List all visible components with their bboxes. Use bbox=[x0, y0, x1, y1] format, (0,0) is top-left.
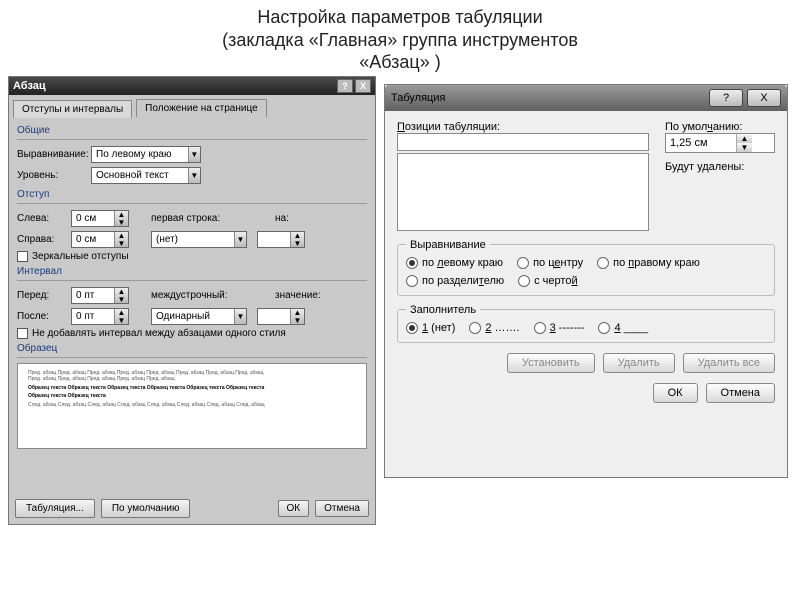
chevron-down-icon[interactable]: ▼ bbox=[234, 232, 246, 247]
checkbox-icon bbox=[17, 328, 28, 339]
default-stepper[interactable]: ▲▼ bbox=[665, 133, 775, 153]
leader-1-radio[interactable]: 1 (нет) bbox=[406, 322, 455, 334]
checkbox-icon bbox=[17, 251, 28, 262]
set-button[interactable]: Установить bbox=[507, 353, 595, 373]
align-value[interactable] bbox=[92, 147, 188, 162]
align-center-radio[interactable]: по центру bbox=[517, 257, 583, 269]
group-spacing: Интервал bbox=[17, 266, 367, 277]
first-line-label: первая строка: bbox=[151, 213, 231, 224]
ok-button[interactable]: ОК bbox=[653, 383, 698, 403]
cancel-button[interactable]: Отмена bbox=[706, 383, 775, 403]
position-input[interactable] bbox=[397, 133, 649, 151]
leader-legend: Заполнитель bbox=[406, 304, 480, 316]
tabs: Отступы и интервалы Положение на страниц… bbox=[9, 95, 375, 117]
indent-left-label: Слева: bbox=[17, 213, 67, 224]
alignment-legend: Выравнивание bbox=[406, 239, 490, 251]
sample-preview: Пред. абзац Пред. абзац Пред. абзац Пред… bbox=[17, 363, 367, 449]
titlebar: Абзац ? X bbox=[9, 77, 375, 95]
dialog-title: Табуляция bbox=[391, 92, 445, 104]
clear-button[interactable]: Удалить bbox=[603, 353, 675, 373]
level-label: Уровень: bbox=[17, 170, 87, 181]
before-input[interactable]: ▲▼ bbox=[71, 287, 129, 304]
indent-right-label: Справа: bbox=[17, 234, 67, 245]
group-indent: Отступ bbox=[17, 189, 367, 200]
leader-2-radio[interactable]: 2 ……. bbox=[469, 322, 519, 334]
position-list[interactable] bbox=[397, 153, 649, 231]
at-label: значение: bbox=[275, 290, 325, 301]
leader-3-radio[interactable]: 3 ------- bbox=[534, 322, 585, 334]
default-label: По умолчанию: bbox=[665, 121, 775, 133]
titlebar: Табуляция ? X bbox=[385, 85, 787, 111]
group-general: Общие bbox=[17, 125, 367, 136]
group-sample: Образец bbox=[17, 343, 367, 354]
indent-right-input[interactable]: ▲▼ bbox=[71, 231, 129, 248]
to-clear-label: Будут удалены: bbox=[665, 161, 775, 173]
after-input[interactable]: ▲▼ bbox=[71, 308, 129, 325]
cancel-button[interactable]: Отмена bbox=[315, 500, 369, 517]
defaults-button[interactable]: По умолчанию bbox=[101, 499, 191, 518]
level-combo[interactable]: ▼ bbox=[91, 167, 201, 184]
by-label: на: bbox=[275, 213, 299, 224]
align-combo[interactable]: ▼ bbox=[91, 146, 201, 163]
leader-4-radio[interactable]: 4 ____ bbox=[598, 322, 648, 334]
close-button[interactable]: X bbox=[355, 79, 371, 93]
no-space-checkbox[interactable]: Не добавлять интервал между абзацами одн… bbox=[17, 328, 367, 339]
spin-down-icon[interactable]: ▼ bbox=[737, 143, 752, 152]
indent-left-input[interactable]: ▲▼ bbox=[71, 210, 129, 227]
at-input[interactable]: ▲▼ bbox=[257, 308, 305, 325]
line-spacing-label: междустрочный: bbox=[151, 290, 241, 301]
indent-by-input[interactable]: ▲▼ bbox=[257, 231, 305, 248]
before-label: Перед: bbox=[17, 290, 67, 301]
align-decimal-radio[interactable]: по разделителю bbox=[406, 275, 504, 287]
chevron-down-icon[interactable]: ▼ bbox=[234, 309, 246, 324]
align-left-radio[interactable]: по левому краю bbox=[406, 257, 503, 269]
level-value[interactable] bbox=[92, 168, 188, 183]
paragraph-dialog: Абзац ? X Отступы и интервалы Положение … bbox=[8, 76, 376, 525]
tab-indents[interactable]: Отступы и интервалы bbox=[13, 100, 132, 118]
leader-group: Заполнитель 1 (нет) 2 ……. 3 ------- 4 __… bbox=[397, 304, 775, 343]
align-right-radio[interactable]: по правому краю bbox=[597, 257, 700, 269]
close-button[interactable]: X bbox=[747, 89, 781, 107]
spin-up-icon[interactable]: ▲ bbox=[737, 134, 752, 143]
dialog-title: Абзац bbox=[13, 80, 46, 92]
first-line-combo[interactable]: ▼ bbox=[151, 231, 247, 248]
help-button[interactable]: ? bbox=[337, 79, 353, 93]
clear-all-button[interactable]: Удалить все bbox=[683, 353, 775, 373]
tab-position[interactable]: Положение на странице bbox=[136, 99, 266, 117]
mirror-indents-checkbox[interactable]: Зеркальные отступы bbox=[17, 251, 367, 262]
align-label: Выравнивание: bbox=[17, 149, 87, 160]
tabulation-dialog: Табуляция ? X ППозиции табуляции:озиции … bbox=[384, 84, 788, 478]
align-bar-radio[interactable]: с чертой bbox=[518, 275, 577, 287]
position-label: ППозиции табуляции:озиции табуляции: bbox=[397, 121, 649, 133]
chevron-down-icon[interactable]: ▼ bbox=[188, 168, 200, 183]
alignment-group: Выравнивание по левому краю по центру по… bbox=[397, 239, 775, 296]
after-label: После: bbox=[17, 311, 67, 322]
tabs-button[interactable]: Табуляция... bbox=[15, 499, 95, 518]
page-title: Настройка параметров табуляции (закладка… bbox=[0, 0, 800, 76]
help-button[interactable]: ? bbox=[709, 89, 743, 107]
chevron-down-icon[interactable]: ▼ bbox=[188, 147, 200, 162]
ok-button[interactable]: ОК bbox=[278, 500, 310, 517]
line-spacing-combo[interactable]: ▼ bbox=[151, 308, 247, 325]
